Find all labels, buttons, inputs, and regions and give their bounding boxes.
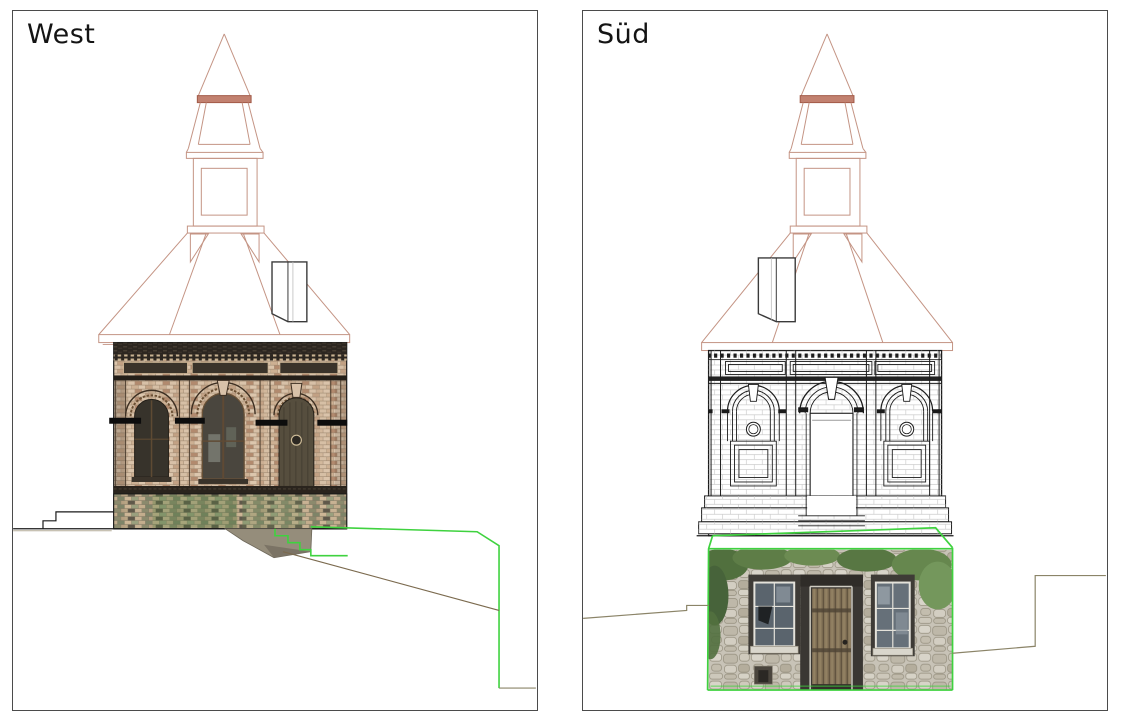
- door-handle: [843, 640, 848, 645]
- facade: [697, 351, 954, 536]
- west-elevation-drawing: [13, 11, 537, 710]
- terrain-west: [13, 512, 536, 688]
- elevation-panel-sued: Süd: [582, 10, 1108, 711]
- terrain-outline-green: [311, 527, 499, 688]
- roof: [99, 233, 350, 345]
- chimney: [272, 262, 307, 322]
- basement-window-right: [871, 575, 915, 657]
- facade: [110, 343, 347, 529]
- terrain-slope-line: [283, 552, 499, 611]
- view-label-sued: Süd: [597, 19, 650, 50]
- terrain-line-right: [953, 576, 1106, 654]
- spire: [789, 34, 867, 233]
- door-roundel: [291, 435, 301, 445]
- basement-door: [800, 575, 863, 691]
- steps-left: [43, 512, 114, 529]
- drawing-sheet: West: [0, 0, 1122, 725]
- terrain-line-left: [583, 605, 708, 618]
- basement-window-left: [748, 575, 800, 655]
- frieze-panel: [280, 362, 338, 373]
- base-courses: [697, 496, 954, 536]
- view-label-west: West: [27, 19, 95, 50]
- frieze-panel: [192, 362, 268, 373]
- spire: [186, 34, 264, 233]
- roof: [702, 233, 953, 350]
- chimney: [758, 258, 795, 322]
- basement-photo: [697, 528, 957, 690]
- sued-elevation-drawing: [583, 11, 1107, 710]
- frieze-panel: [124, 362, 188, 373]
- elevation-panel-west: West: [12, 10, 538, 711]
- keystone: [291, 383, 302, 397]
